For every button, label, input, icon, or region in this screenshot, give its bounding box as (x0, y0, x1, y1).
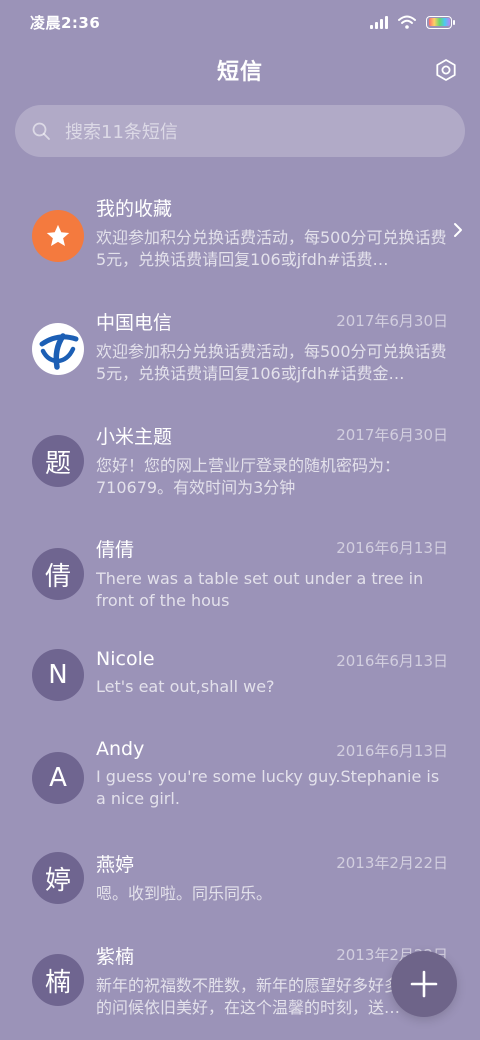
search-icon (32, 122, 50, 140)
status-icons (370, 15, 455, 29)
contact-avatar: N (32, 649, 84, 701)
conversation-item[interactable]: 婷 燕婷 2013年2月22日 嗯。收到啦。同乐同乐。 (0, 848, 480, 940)
conversation-item[interactable]: 题 小米主题 2017年6月30日 您好！您的网上营业厅登录的随机密码为：710… (0, 408, 480, 518)
message-date: 2017年6月30日 (336, 312, 448, 330)
message-date: 2016年6月13日 (336, 742, 448, 760)
conversation-item-telecom[interactable]: 中国电信 2017年6月30日 欢迎参加积分兑换话费活动，每500分可兑换话费5… (0, 296, 480, 406)
message-date: 2016年6月13日 (336, 652, 448, 670)
settings-button[interactable] (432, 56, 460, 84)
contact-avatar: 婷 (32, 852, 84, 904)
china-telecom-logo-icon (39, 333, 79, 370)
search-placeholder: 搜索11条短信 (65, 122, 178, 143)
page-title: 短信 (216, 60, 263, 85)
star-icon (46, 224, 70, 247)
chevron-right-icon (454, 223, 462, 237)
conversation-item[interactable]: N Nicole 2016年6月13日 Let's eat out,shall … (0, 634, 480, 726)
contact-avatar: 楠 (32, 954, 84, 1006)
conversation-content: Andy 2016年6月13日 I guess you're some luck… (96, 738, 450, 810)
telecom-avatar (32, 323, 84, 375)
contact-avatar: 题 (32, 435, 84, 487)
contact-name: 我的收藏 (96, 198, 173, 220)
message-preview: Let's eat out,shall we? (96, 677, 275, 696)
search-input[interactable]: 搜索11条短信 (15, 105, 465, 157)
gear-icon (436, 59, 456, 81)
battery-icon (426, 15, 455, 29)
message-preview: 欢迎参加积分兑换话费活动，每500分可兑换话费5元，兑换话费请回复106或jfd… (96, 228, 447, 269)
message-preview: There was a table set out under a tree i… (96, 569, 424, 610)
favorites-avatar (32, 210, 84, 262)
plus-icon (410, 970, 438, 998)
wifi-icon (398, 15, 416, 29)
message-date: 2016年6月13日 (336, 539, 448, 557)
contact-avatar: A (32, 752, 84, 804)
status-bar: 凌晨2:36 (0, 0, 480, 44)
conversation-content: 小米主题 2017年6月30日 您好！您的网上营业厅登录的随机密码为：71067… (96, 422, 450, 499)
message-preview: 欢迎参加积分兑换话费活动，每500分可兑换话费5元，兑换话费请回复106或jfd… (96, 342, 447, 383)
message-preview: I guess you're some lucky guy.Stephanie … (96, 767, 440, 808)
conversation-item[interactable]: A Andy 2016年6月13日 I guess you're some lu… (0, 736, 480, 846)
message-preview: 您好！您的网上营业厅登录的随机密码为：710679。有效时间为3分钟 (96, 456, 401, 497)
conversation-item[interactable]: 倩 倩倩 2016年6月13日 There was a table set ou… (0, 521, 480, 631)
header: 短信 (0, 44, 480, 96)
conversation-content: 中国电信 2017年6月30日 欢迎参加积分兑换话费活动，每500分可兑换话费5… (96, 308, 450, 385)
compose-button[interactable] (391, 951, 457, 1017)
contact-avatar: 倩 (32, 548, 84, 600)
conversation-content: Nicole 2016年6月13日 Let's eat out,shall we… (96, 648, 450, 698)
message-date: 2017年6月30日 (336, 426, 448, 444)
conversation-content: 倩倩 2016年6月13日 There was a table set out … (96, 535, 450, 612)
conversation-content: 我的收藏 欢迎参加积分兑换话费活动，每500分可兑换话费5元，兑换话费请回复10… (96, 194, 462, 271)
signal-icon (370, 15, 388, 29)
conversation-item-favorites[interactable]: 我的收藏 欢迎参加积分兑换话费活动，每500分可兑换话费5元，兑换话费请回复10… (0, 180, 480, 290)
message-preview: 嗯。收到啦。同乐同乐。 (96, 884, 273, 903)
message-date: 2013年2月22日 (336, 854, 448, 872)
status-time: 凌晨2:36 (30, 13, 101, 32)
conversation-content: 燕婷 2013年2月22日 嗯。收到啦。同乐同乐。 (96, 850, 450, 905)
